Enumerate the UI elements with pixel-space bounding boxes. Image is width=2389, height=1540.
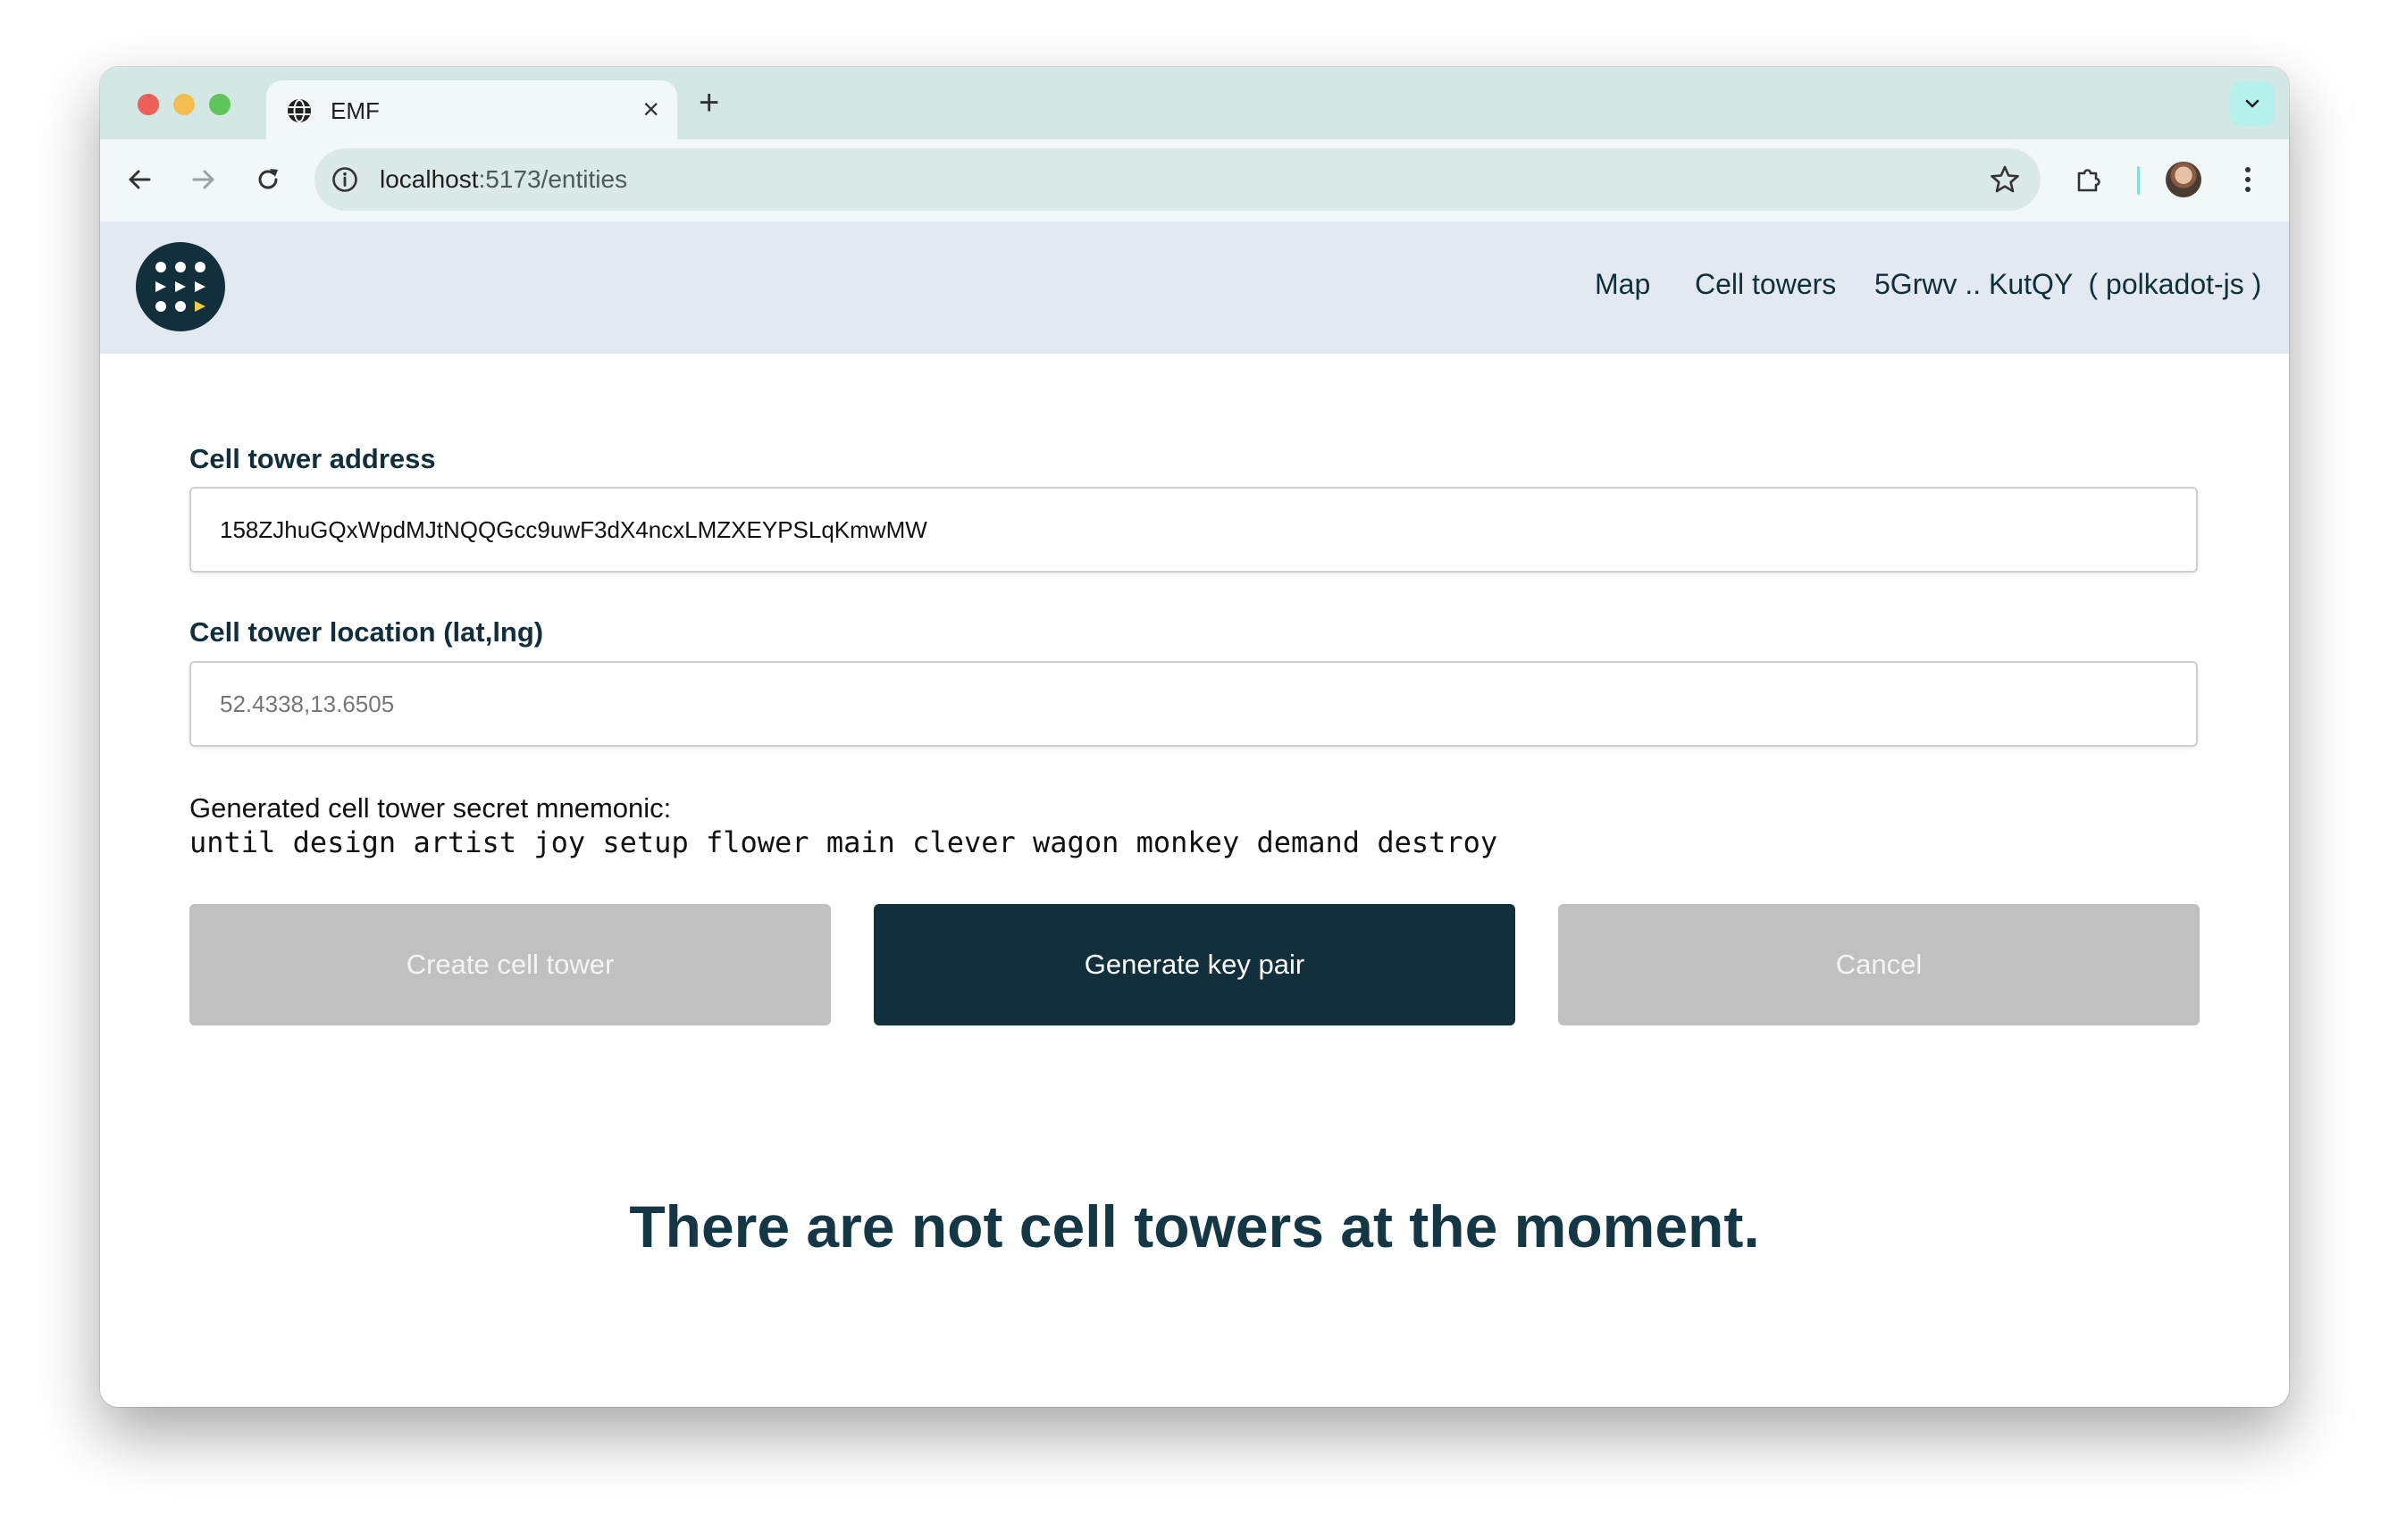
url-host: localhost bbox=[380, 165, 479, 193]
browser-menu-button[interactable] bbox=[2230, 162, 2266, 197]
app-logo[interactable] bbox=[136, 242, 225, 331]
extensions-button[interactable] bbox=[2071, 162, 2107, 197]
reload-icon bbox=[258, 169, 278, 189]
nav-cell-towers[interactable]: Cell towers bbox=[1695, 266, 1836, 302]
address-bar[interactable]: localhost:5173/entities bbox=[314, 148, 2041, 211]
tab-close-icon[interactable]: × bbox=[642, 93, 659, 125]
chevron-down-icon bbox=[2245, 99, 2259, 108]
location-field[interactable] bbox=[189, 661, 2198, 747]
url-path: :5173/entities bbox=[478, 165, 628, 193]
mnemonic-value: until design artist joy setup flower mai… bbox=[189, 825, 1498, 859]
app-header: Map Cell towers 5Grwv .. KutQY ( polkado… bbox=[100, 222, 2289, 354]
browser-toolbar: localhost:5173/entities bbox=[100, 139, 2289, 222]
tab-strip: EMF × + bbox=[100, 67, 2289, 139]
globe-icon bbox=[288, 99, 311, 122]
mnemonic-label: Generated cell tower secret mnemonic: bbox=[189, 792, 672, 824]
browser-window: EMF × + localhost:5173/entities Map Cell… bbox=[100, 67, 2289, 1407]
tab-search-button[interactable] bbox=[2230, 81, 2275, 126]
create-cell-tower-button[interactable]: Create cell tower bbox=[189, 904, 831, 1025]
cancel-button[interactable]: Cancel bbox=[1558, 904, 2200, 1025]
address-field[interactable] bbox=[189, 487, 2198, 573]
more-vertical-icon bbox=[2245, 167, 2251, 192]
logo-dots-icon bbox=[155, 262, 205, 312]
nav-map[interactable]: Map bbox=[1595, 266, 1650, 302]
address-label: Cell tower address bbox=[189, 443, 436, 474]
generate-key-pair-button[interactable]: Generate key pair bbox=[874, 904, 1515, 1025]
new-tab-button[interactable]: + bbox=[699, 85, 719, 121]
location-label: Cell tower location (lat,lng) bbox=[189, 616, 544, 648]
browser-tab[interactable]: EMF × bbox=[266, 80, 677, 139]
empty-state-message: There are not cell towers at the moment. bbox=[629, 1193, 1760, 1260]
close-window-button[interactable] bbox=[138, 94, 159, 115]
profile-avatar[interactable] bbox=[2166, 162, 2201, 197]
maximize-window-button[interactable] bbox=[209, 94, 231, 115]
account-selector[interactable]: 5Grwv .. KutQY ( polkadot-js ) bbox=[1874, 266, 2261, 302]
puzzle-icon bbox=[2077, 169, 2100, 192]
arrow-right-icon bbox=[192, 170, 214, 189]
back-button[interactable] bbox=[122, 162, 157, 197]
arrow-left-icon bbox=[129, 170, 151, 189]
bookmark-star-icon[interactable] bbox=[1989, 163, 2021, 196]
url-text: localhost:5173/entities bbox=[380, 164, 627, 195]
toolbar-divider bbox=[2137, 166, 2140, 195]
minimize-window-button[interactable] bbox=[173, 94, 195, 115]
tab-title: EMF bbox=[331, 97, 380, 124]
forward-button[interactable] bbox=[186, 162, 222, 197]
site-info-icon[interactable] bbox=[331, 165, 359, 194]
reload-button[interactable] bbox=[250, 162, 286, 197]
